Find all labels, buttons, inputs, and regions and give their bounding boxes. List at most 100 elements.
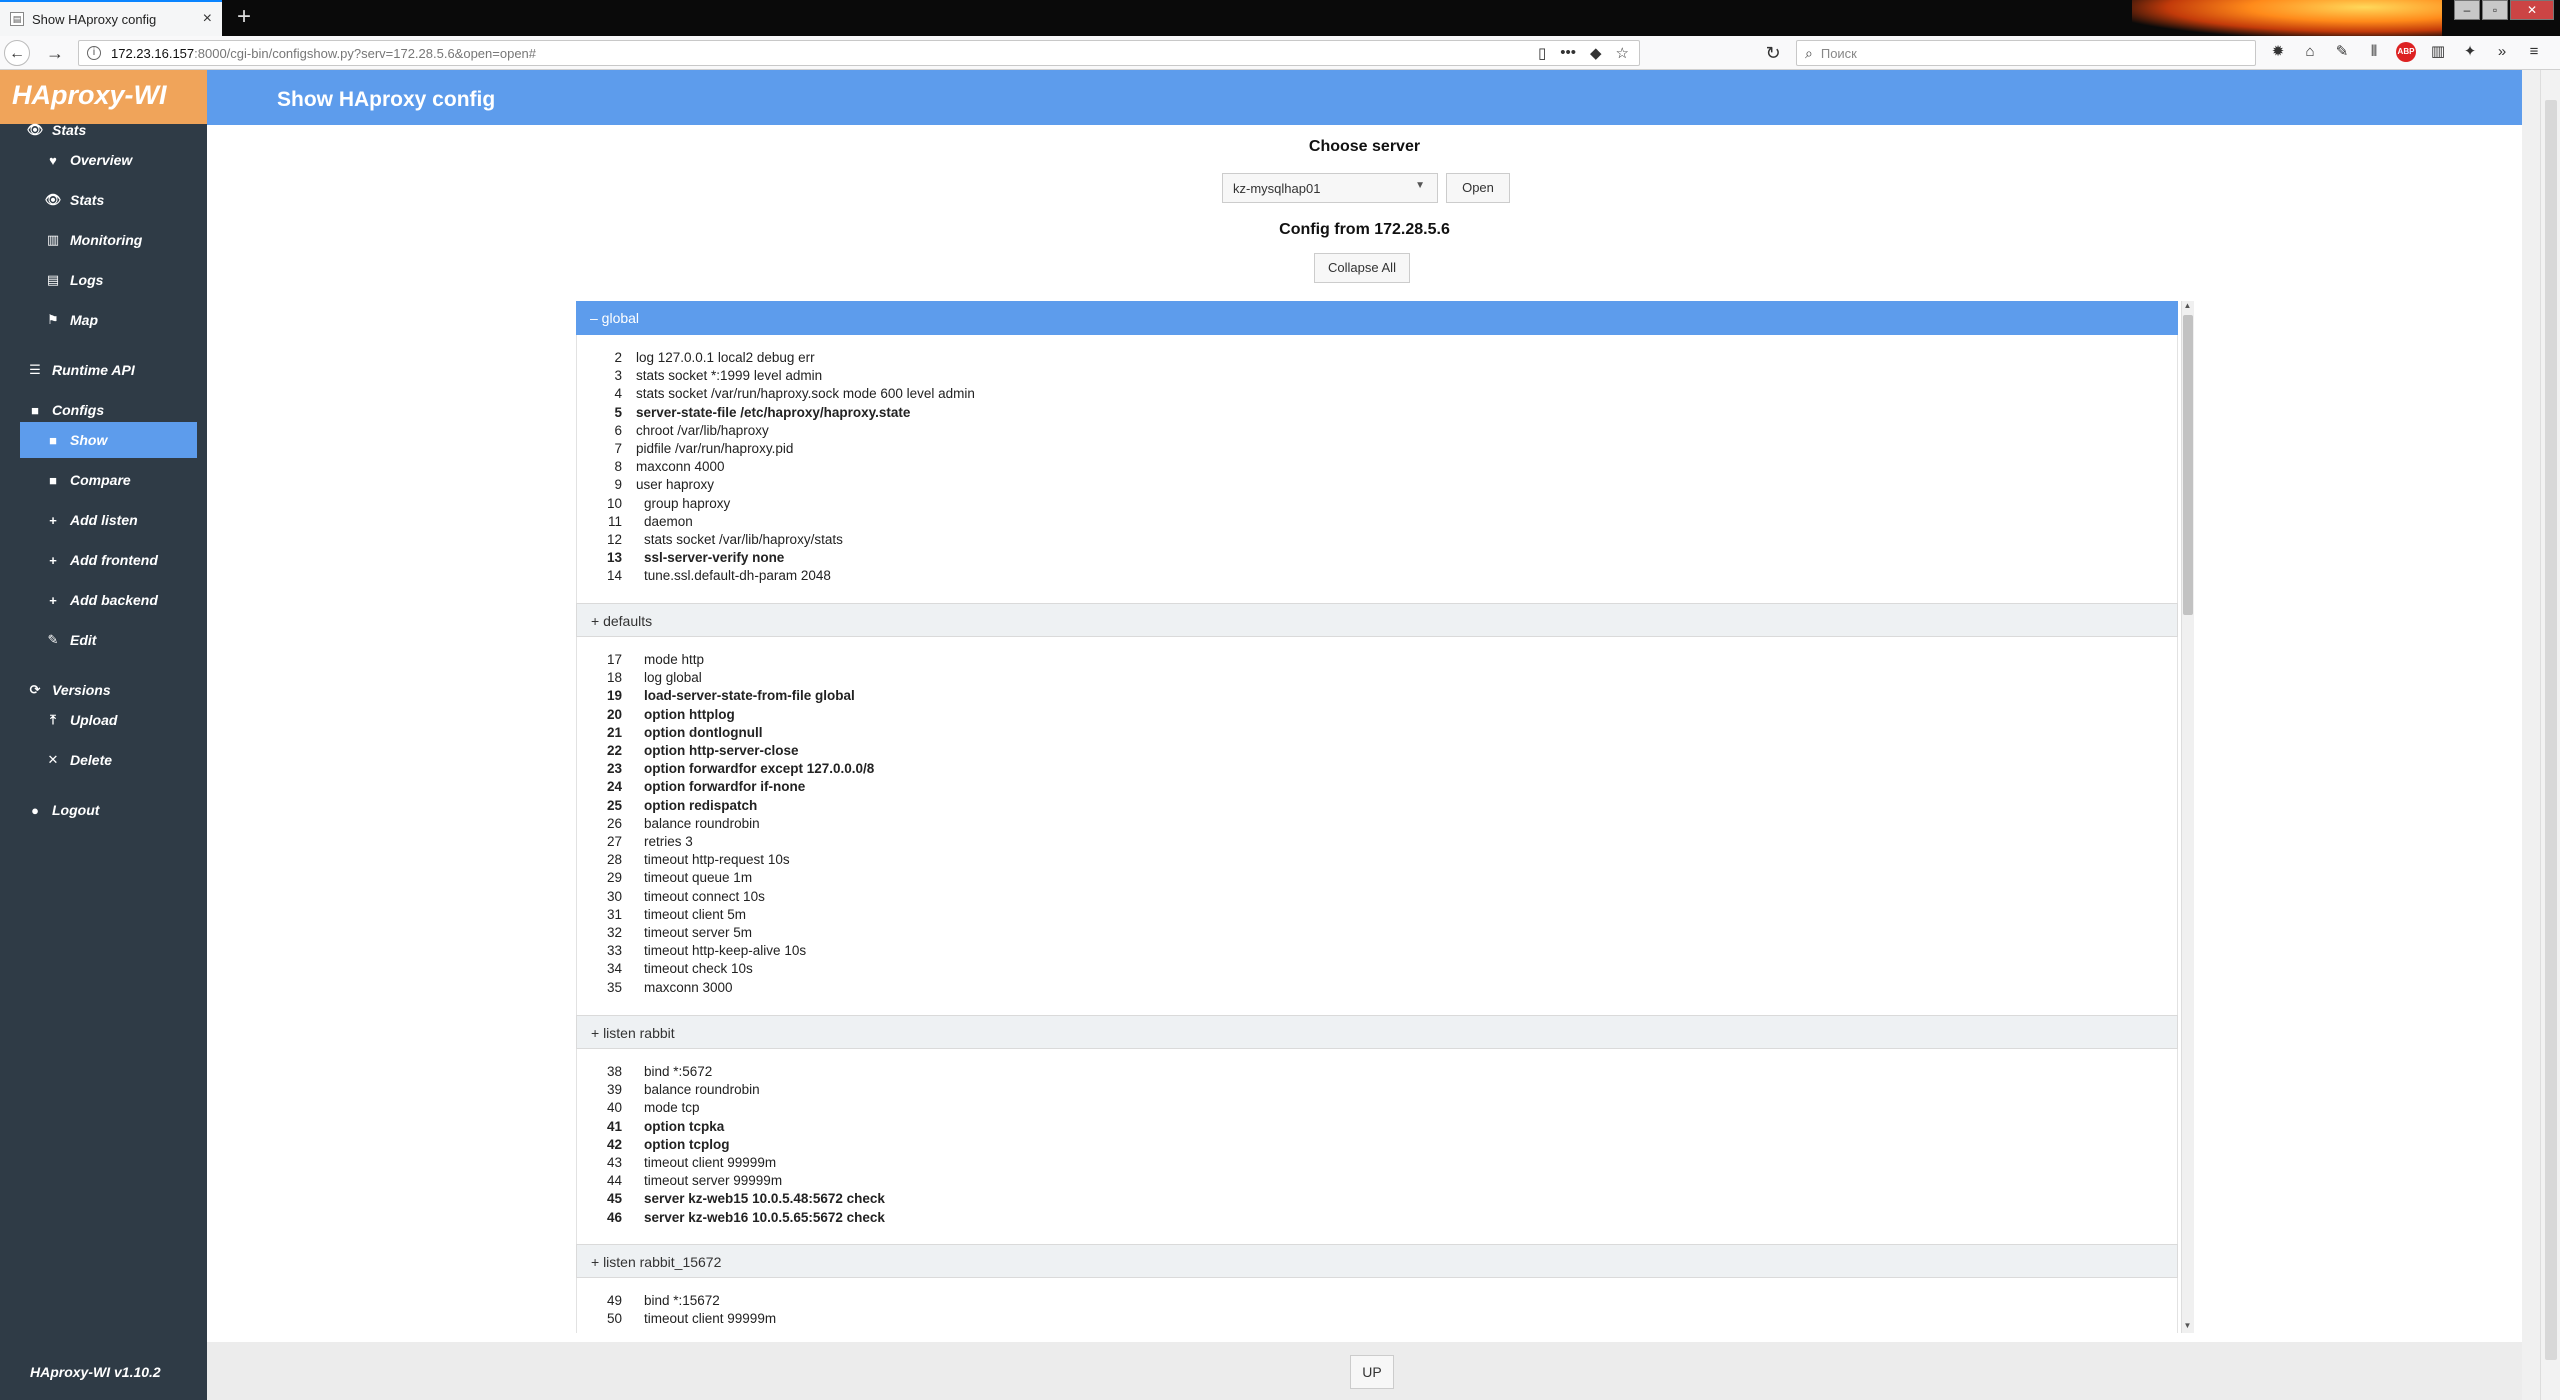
reload-icon[interactable]: ↻ [1760,40,1786,66]
sidebar-item-add-listen[interactable]: + Add listen [0,502,207,538]
page-scrollbar[interactable] [2540,70,2560,1400]
collapse-all-button[interactable]: Collapse All [1314,253,1410,283]
config-text: chroot /var/lib/haproxy [636,422,769,438]
config-text: server kz-web15 10.0.5.48:5672 check [644,1191,885,1207]
eye-icon: 👁 [44,192,62,207]
site-info-icon[interactable]: i [87,46,101,60]
config-section-header[interactable]: + listen rabbit_15672 [576,1244,2178,1278]
config-line: 24 option forwardfor if-none [576,779,805,797]
config-text: stats socket /var/run/haproxy.sock mode … [636,386,975,402]
config-scrollbar-thumb[interactable] [2183,315,2193,615]
overflow-chevron-icon[interactable]: » [2492,42,2512,62]
config-text: option redispatch [644,797,758,813]
extension-puzzle-icon[interactable]: ✦ [2460,42,2480,62]
sidebar-item-add-backend[interactable]: + Add backend [0,582,207,618]
url-bar[interactable]: i 172.23.16.157 :8000/cgi-bin/configshow… [78,40,1640,66]
config-line: 5 server-state-file /etc/haproxy/haproxy.… [576,405,910,423]
sidebar-item-runtime-api[interactable]: ☰ Runtime API [0,352,207,388]
upload-icon: ⤒ [50,712,56,727]
search-input[interactable]: ⌕ Поиск [1796,40,2256,66]
config-line: 10 group haproxy [576,496,730,514]
config-line: 11 daemon [576,514,693,532]
config-text: maxconn 4000 [636,459,725,475]
config-text: timeout check 10s [644,961,753,977]
hamburger-menu-icon[interactable]: ≡ [2524,42,2544,62]
config-line: 28 timeout http-request 10s [576,852,790,870]
tab-title: Show HAproxy config [32,11,157,27]
config-line: 35 maxconn 3000 [576,980,733,998]
pocket-icon[interactable]: ◆ [1590,44,1602,62]
sidebar-item-label: Runtime API [52,362,135,378]
config-text: option tcplog [644,1136,730,1152]
reader-view-icon[interactable]: ▯ [1538,44,1546,62]
sidebar-item-label: Stats [52,122,87,138]
sidebar-item-label: Stats [70,192,105,208]
server-select[interactable]: kz-mysqlhap01 ▼ [1222,173,1438,203]
sidebar-item-upload[interactable]: ⤒ Upload [0,702,207,738]
line-number: 28 [606,852,622,868]
config-section-header[interactable]: + listen rabbit [576,1015,2178,1049]
config-text: load-server-state-from-file global [644,688,855,704]
library-icon[interactable]: ⫴ [2364,42,2384,62]
sidebar-item-stats[interactable]: 👁 Stats [0,182,207,218]
maximize-icon[interactable]: ▫ [2482,0,2508,20]
sidebar-item-map[interactable]: ⚑ Map [0,302,207,338]
page-scrollbar-thumb[interactable] [2545,100,2557,1360]
sidebar-item-add-frontend[interactable]: + Add frontend [0,542,207,578]
browser-nav-bar: ← → i 172.23.16.157 :8000/cgi-bin/config… [0,36,2560,70]
line-number: 24 [606,779,622,795]
config-section-header[interactable]: + defaults [576,603,2178,637]
refresh-icon: ⟳ [29,682,41,697]
config-text: option forwardfor if-none [644,779,806,795]
sidebar-item-logout[interactable]: ● Logout [0,792,207,828]
sidebar-item-delete[interactable]: ✕ Delete [0,742,207,778]
scroll-up-arrow-icon[interactable]: ▲ [2181,301,2194,313]
eye-icon: 👁 [26,122,44,137]
search-placeholder: Поиск [1820,45,1857,61]
minimize-icon[interactable]: – [2454,0,2480,20]
line-number: 40 [606,1100,622,1116]
bookmark-star-icon[interactable]: ☆ [1616,44,1629,62]
sidebar-item-compare[interactable]: ■ Compare [0,462,207,498]
config-section-header[interactable]: – global [576,301,2178,335]
sidebar-item-monitoring[interactable]: ▥ Monitoring [0,222,207,258]
config-line: 44 timeout server 99999m [576,1173,782,1191]
config-line: 45 server kz-web15 10.0.5.48:5672 check [576,1191,885,1209]
page-header: Show HAproxy config [207,70,2522,125]
config-line: 33 timeout http-keep-alive 10s [576,943,806,961]
open-button[interactable]: Open [1446,173,1510,203]
config-line: 14 tune.ssl.default-dh-param 2048 [576,568,831,586]
line-number: 5 [614,404,622,420]
back-arrow-icon[interactable]: ← [4,40,30,66]
line-number: 34 [606,961,622,977]
config-text: user haproxy [636,477,715,493]
sidebar-item-label: Map [70,312,98,328]
config-text: ssl-server-verify none [644,550,785,566]
more-actions-icon[interactable]: ••• [1560,44,1576,62]
server-select-value: kz-mysqlhap01 [1233,181,1321,196]
sidebar-item-logs[interactable]: ▤ Logs [0,262,207,298]
config-text: pidfile /var/run/haproxy.pid [636,441,794,456]
heart-icon: ♥ [49,152,57,168]
line-number: 8 [614,459,622,475]
extension-sun-icon[interactable]: ✹ [2268,42,2288,62]
sidebar-item-show[interactable]: ■ Show [20,422,197,458]
chart-icon: ▥ [46,232,60,247]
extension-home-icon[interactable]: ⌂ [2300,42,2320,62]
adblock-icon[interactable]: ABP [2396,42,2416,62]
config-text: option dontlognull [644,724,763,740]
sidebar-item-edit[interactable]: ✎ Edit [0,622,207,658]
browser-tab[interactable]: ▤ Show HAproxy config × [0,0,222,36]
window-close-icon[interactable]: ✕ [2510,0,2554,20]
scroll-down-arrow-icon[interactable]: ▼ [2181,1321,2194,1333]
new-tab-button[interactable]: + [230,4,258,32]
sidebar-item-overview[interactable]: ♥ Overview [0,142,207,178]
tools-wrench-icon[interactable]: ✎ [2332,42,2352,62]
forward-arrow-icon[interactable]: → [42,40,68,66]
config-line: 39 balance roundrobin [576,1082,760,1100]
config-line: 19 load-server-state-from-file global [576,688,855,706]
sidebar-toggle-icon[interactable]: ▥ [2428,42,2448,62]
line-number: 22 [606,743,622,758]
tab-close-icon[interactable]: × [203,10,212,28]
scroll-up-button[interactable]: UP [1350,1355,1394,1389]
